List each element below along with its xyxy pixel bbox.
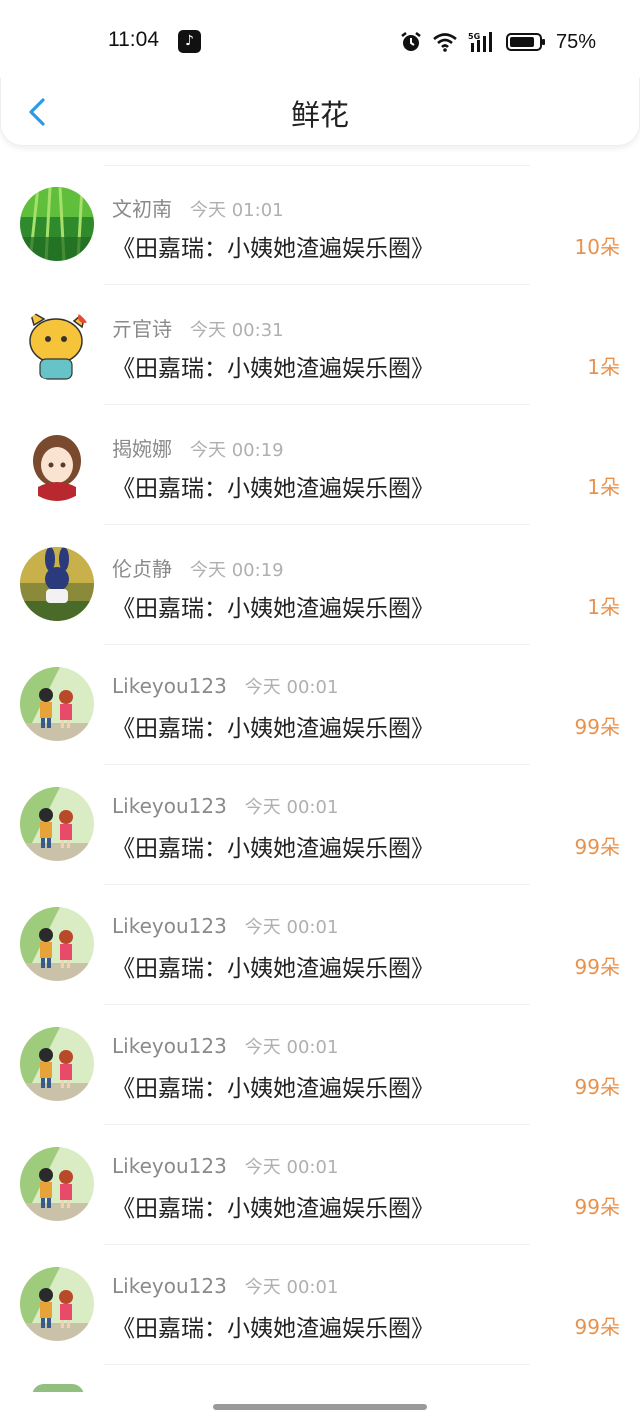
- gift-time: 今天 00:01: [244, 1157, 339, 1178]
- user-name[interactable]: Likeyou123: [112, 794, 227, 818]
- list-item[interactable]: Likeyou123 今天 00:01 《田嘉瑞：小姨她渣遍娱乐圈》 99朵: [0, 1005, 640, 1125]
- gift-time: 今天 00:31: [190, 320, 284, 341]
- user-name[interactable]: Likeyou123: [112, 1154, 227, 1178]
- book-title[interactable]: 《田嘉瑞：小姨她渣遍娱乐圈》: [112, 589, 434, 623]
- list-item[interactable]: 揭婉娜 今天 00:19 《田嘉瑞：小姨她渣遍娱乐圈》 1朵: [0, 405, 640, 525]
- status-icons: 5G 75%: [400, 28, 596, 56]
- list-item[interactable]: 文初南 今天 01:01 《田嘉瑞：小姨她渣遍娱乐圈》 10朵: [0, 165, 640, 285]
- avatar[interactable]: [20, 307, 94, 381]
- item-meta: Likeyou123 今天 00:01: [112, 1033, 338, 1059]
- avatar[interactable]: [20, 547, 94, 621]
- flower-count: 99朵: [574, 1195, 620, 1219]
- book-title[interactable]: 《田嘉瑞：小姨她渣遍娱乐圈》: [112, 1309, 434, 1343]
- item-meta: Likeyou123 今天 00:01: [112, 1153, 338, 1179]
- list-item[interactable]: Likeyou123 今天 00:01 《田嘉瑞：小姨她渣遍娱乐圈》 99朵: [0, 765, 640, 885]
- flower-count: 99朵: [574, 1075, 620, 1099]
- book-title[interactable]: 《田嘉瑞：小姨她渣遍娱乐圈》: [112, 469, 434, 503]
- item-meta: Likeyou123 今天 00:01: [112, 1273, 338, 1299]
- gift-time: 今天 00:01: [244, 797, 339, 818]
- gift-time: 今天 00:19: [190, 440, 284, 461]
- item-meta: Likeyou123 今天 00:01: [112, 673, 338, 699]
- user-name[interactable]: Likeyou123: [112, 1034, 227, 1058]
- book-title[interactable]: 《田嘉瑞：小姨她渣遍娱乐圈》: [112, 709, 434, 743]
- item-meta: Likeyou123 今天 00:01: [112, 913, 338, 939]
- alarm-icon: [401, 32, 421, 51]
- avatar[interactable]: [20, 907, 94, 981]
- avatar[interactable]: [20, 1027, 94, 1101]
- user-name[interactable]: 文初南: [112, 193, 172, 222]
- nav-bar: 鲜花: [0, 78, 640, 146]
- user-name[interactable]: Likeyou123: [112, 914, 227, 938]
- home-indicator[interactable]: [213, 1404, 427, 1410]
- status-bar: 11:04 ♪ 5G 75%: [0, 0, 640, 80]
- book-title[interactable]: 《田嘉瑞：小姨她渣遍娱乐圈》: [112, 949, 434, 983]
- flower-count: 1朵: [587, 595, 620, 619]
- status-time: 11:04: [108, 28, 159, 51]
- flower-count: 99朵: [574, 1315, 620, 1339]
- flower-count: 99朵: [574, 835, 620, 859]
- wifi-icon: [433, 33, 457, 52]
- book-title[interactable]: 《田嘉瑞：小姨她渣遍娱乐圈》: [112, 829, 434, 863]
- user-name[interactable]: Likeyou123: [112, 674, 227, 698]
- list-item[interactable]: Likeyou123 今天 00:01 《田嘉瑞：小姨她渣遍娱乐圈》 99朵: [0, 1125, 640, 1245]
- gift-time: 今天 00:01: [244, 677, 339, 698]
- flower-count: 1朵: [587, 475, 620, 499]
- avatar[interactable]: [20, 787, 94, 861]
- gift-time: 今天 00:01: [244, 917, 339, 938]
- list-item[interactable]: 亓官诗 今天 00:31 《田嘉瑞：小姨她渣遍娱乐圈》 1朵: [0, 285, 640, 405]
- flower-count: 99朵: [574, 715, 620, 739]
- book-title[interactable]: 《田嘉瑞：小姨她渣遍娱乐圈》: [112, 229, 434, 263]
- list-item[interactable]: Likeyou123 今天 00:01 《田嘉瑞：小姨她渣遍娱乐圈》 99朵: [0, 885, 640, 1005]
- item-meta: Likeyou123 今天 00:01: [112, 793, 338, 819]
- avatar[interactable]: [20, 187, 94, 261]
- gift-time: 今天 00:01: [244, 1277, 339, 1298]
- flower-count: 10朵: [574, 235, 620, 259]
- avatar[interactable]: [20, 667, 94, 741]
- book-title[interactable]: 《田嘉瑞：小姨她渣遍娱乐圈》: [112, 1189, 434, 1223]
- list-divider: [104, 1364, 530, 1365]
- list-item[interactable]: Likeyou123 今天 00:01 《田嘉瑞：小姨她渣遍娱乐圈》 99朵: [0, 645, 640, 765]
- book-title[interactable]: 《田嘉瑞：小姨她渣遍娱乐圈》: [112, 349, 434, 383]
- list-item[interactable]: 伦贞静 今天 00:19 《田嘉瑞：小姨她渣遍娱乐圈》 1朵: [0, 525, 640, 645]
- user-name[interactable]: 揭婉娜: [112, 433, 172, 462]
- avatar[interactable]: [20, 1267, 94, 1341]
- avatar[interactable]: [20, 1147, 94, 1221]
- page-title: 鲜花: [290, 98, 349, 132]
- user-name[interactable]: 伦贞静: [112, 553, 172, 582]
- gift-time: 今天 00:01: [244, 1037, 339, 1058]
- avatar[interactable]: [20, 427, 94, 501]
- list-item[interactable]: Likeyou123 今天 00:01 《田嘉瑞：小姨她渣遍娱乐圈》 99朵: [0, 1245, 640, 1365]
- item-meta: 揭婉娜 今天 00:19: [112, 433, 284, 462]
- item-meta: 伦贞静 今天 00:19: [112, 553, 284, 582]
- item-meta: 文初南 今天 01:01: [112, 193, 284, 222]
- item-meta: 亓官诗 今天 00:31: [112, 313, 284, 342]
- tiktok-icon: ♪: [178, 30, 201, 53]
- gift-time: 今天 01:01: [190, 200, 284, 221]
- flower-count: 99朵: [574, 955, 620, 979]
- flower-count: 1朵: [587, 355, 620, 379]
- svg-text:5G: 5G: [468, 32, 480, 41]
- book-title[interactable]: 《田嘉瑞：小姨她渣遍娱乐圈》: [112, 1069, 434, 1103]
- gift-time: 今天 00:19: [190, 560, 284, 581]
- signal-icon: 5G: [468, 32, 492, 52]
- user-name[interactable]: Likeyou123: [112, 1274, 227, 1298]
- battery-percent: 75%: [555, 30, 596, 53]
- user-name[interactable]: 亓官诗: [112, 313, 172, 342]
- battery-icon: [505, 33, 545, 51]
